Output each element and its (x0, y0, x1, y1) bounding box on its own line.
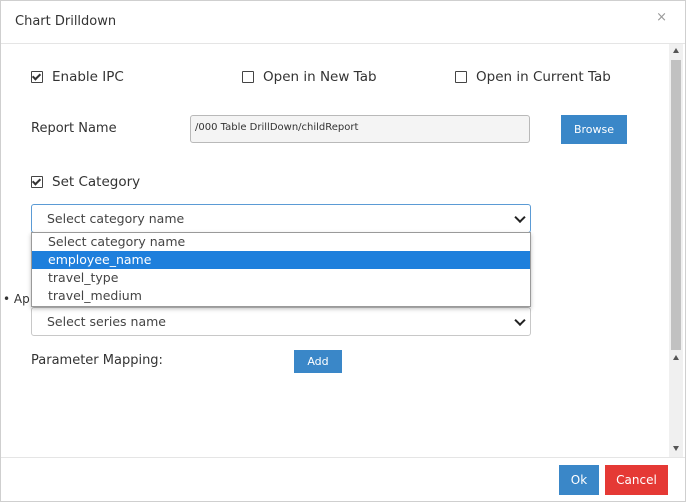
category-dropdown-list: Select category name employee_name trave… (31, 232, 531, 307)
dropdown-option[interactable]: travel_type (32, 269, 530, 287)
series-select-value: Select series name (47, 314, 166, 329)
set-category-label: Set Category (52, 174, 141, 190)
scroll-up-icon[interactable] (673, 48, 679, 53)
open-new-tab-label: Open in New Tab (263, 69, 377, 85)
close-icon[interactable]: × (656, 10, 667, 25)
dropdown-option[interactable]: travel_medium (32, 287, 530, 305)
dropdown-option[interactable]: Select category name (32, 233, 530, 251)
report-name-input[interactable]: /000 Table DrillDown/childReport (190, 115, 530, 143)
chevron-down-icon (514, 314, 526, 326)
set-category-checkbox[interactable]: Set Category (31, 174, 140, 190)
scrollbar-thumb[interactable] (671, 60, 681, 350)
enable-ipc-checkbox[interactable]: Enable IPC (31, 69, 124, 85)
dialog-footer: Ok Cancel (1, 457, 685, 502)
cancel-button[interactable]: Cancel (605, 465, 668, 495)
dropdown-option-selected[interactable]: employee_name (32, 251, 530, 269)
checkbox-checked-icon (31, 71, 43, 83)
checkbox-checked-icon (31, 176, 43, 188)
browse-button[interactable]: Browse (561, 115, 627, 144)
checkbox-unchecked-icon (242, 71, 254, 83)
parameter-mapping-label: Parameter Mapping: (31, 353, 163, 368)
category-select-value: Select category name (47, 211, 185, 226)
series-select[interactable]: Select series name (31, 307, 531, 336)
vertical-scrollbar[interactable] (669, 44, 683, 457)
add-parameter-button[interactable]: Add (294, 350, 342, 373)
checkbox-unchecked-icon (455, 71, 467, 83)
open-new-tab-checkbox[interactable]: Open in New Tab (242, 69, 377, 85)
ok-button[interactable]: Ok (559, 465, 599, 495)
enable-ipc-label: Enable IPC (52, 69, 124, 85)
scroll-up-icon[interactable] (673, 355, 679, 360)
chevron-down-icon (514, 211, 526, 223)
open-current-tab-label: Open in Current Tab (476, 69, 611, 85)
report-name-label: Report Name (31, 121, 117, 136)
series-section-partial-label: Ap (13, 292, 30, 306)
series-section-bullet: • Ap (3, 292, 30, 306)
scroll-down-icon[interactable] (673, 446, 679, 451)
chart-drilldown-dialog: Chart Drilldown × Enable IPC Open in New… (0, 0, 686, 502)
category-select[interactable]: Select category name (31, 204, 531, 233)
dialog-header: Chart Drilldown × (1, 1, 685, 44)
dialog-title: Chart Drilldown (15, 14, 117, 29)
open-current-tab-checkbox[interactable]: Open in Current Tab (455, 69, 611, 85)
